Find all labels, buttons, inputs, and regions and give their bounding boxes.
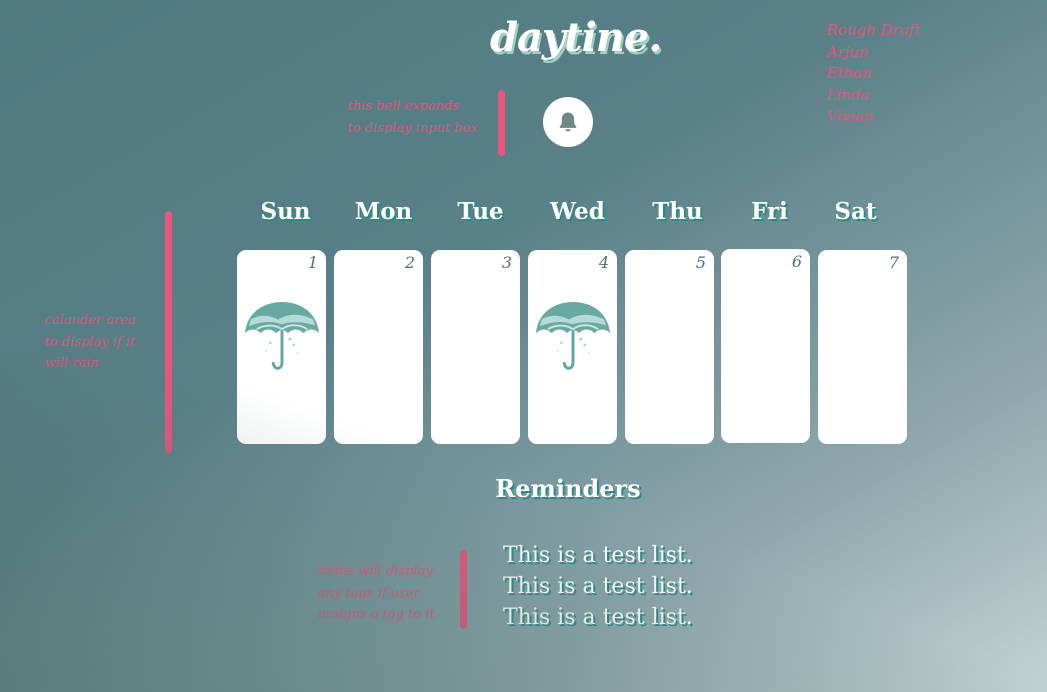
bell-icon	[559, 112, 577, 132]
day-number: 2	[404, 253, 415, 272]
calendar-annotation-bar	[165, 211, 172, 453]
app-logo: daytine.	[490, 14, 662, 61]
day-card-fri[interactable]: 6	[721, 249, 810, 443]
day-header-sat: Sat	[834, 198, 877, 225]
day-card-thu[interactable]: 5	[625, 250, 714, 444]
umbrella-icon	[244, 301, 320, 370]
reminder-item[interactable]: This is a test list.	[503, 602, 693, 633]
reminder-item[interactable]: This is a test list.	[503, 571, 693, 602]
day-number: 4	[598, 253, 609, 272]
day-number: 6	[791, 252, 802, 271]
reminder-item[interactable]: This is a test list.	[503, 540, 693, 571]
day-card-wed[interactable]: 4	[528, 250, 617, 444]
calendar-annotation: calander area to display if it will rain	[45, 313, 137, 371]
credits: Rough Draft Arjun Ethan Linda Vivian	[827, 20, 921, 128]
credits-title: Rough Draft	[827, 21, 921, 39]
day-header-fri: Fri	[751, 198, 788, 225]
credits-name: Arjun	[827, 42, 869, 61]
day-number: 3	[501, 253, 512, 272]
day-card-sun[interactable]: 1	[237, 250, 326, 444]
day-number: 5	[695, 253, 706, 272]
day-number: 7	[888, 253, 899, 272]
day-card-mon[interactable]: 2	[334, 250, 423, 444]
day-number: 1	[307, 253, 318, 272]
reminders-list: This is a test list. This is a test list…	[503, 540, 693, 633]
credits-name: Linda	[827, 85, 870, 104]
day-header-thu: Thu	[652, 198, 703, 225]
day-card-sat[interactable]: 7	[818, 250, 907, 444]
reminders-annotation: items will display any tags if user assi…	[318, 564, 435, 622]
bell-button[interactable]	[543, 97, 593, 147]
day-card-tue[interactable]: 3	[431, 250, 520, 444]
day-header-tue: Tue	[457, 198, 504, 225]
bell-annotation-bar	[498, 90, 505, 156]
reminders-annotation-bar	[460, 550, 467, 629]
umbrella-icon	[535, 301, 611, 370]
day-header-mon: Mon	[354, 198, 413, 225]
credits-name: Ethan	[827, 64, 873, 82]
reminders-title: Reminders	[495, 474, 641, 503]
bell-annotation: this bell expands to display input box	[348, 99, 479, 136]
credits-name: Vivian	[827, 107, 875, 125]
day-header-wed: Wed	[550, 198, 605, 225]
day-header-sun: Sun	[260, 198, 311, 225]
